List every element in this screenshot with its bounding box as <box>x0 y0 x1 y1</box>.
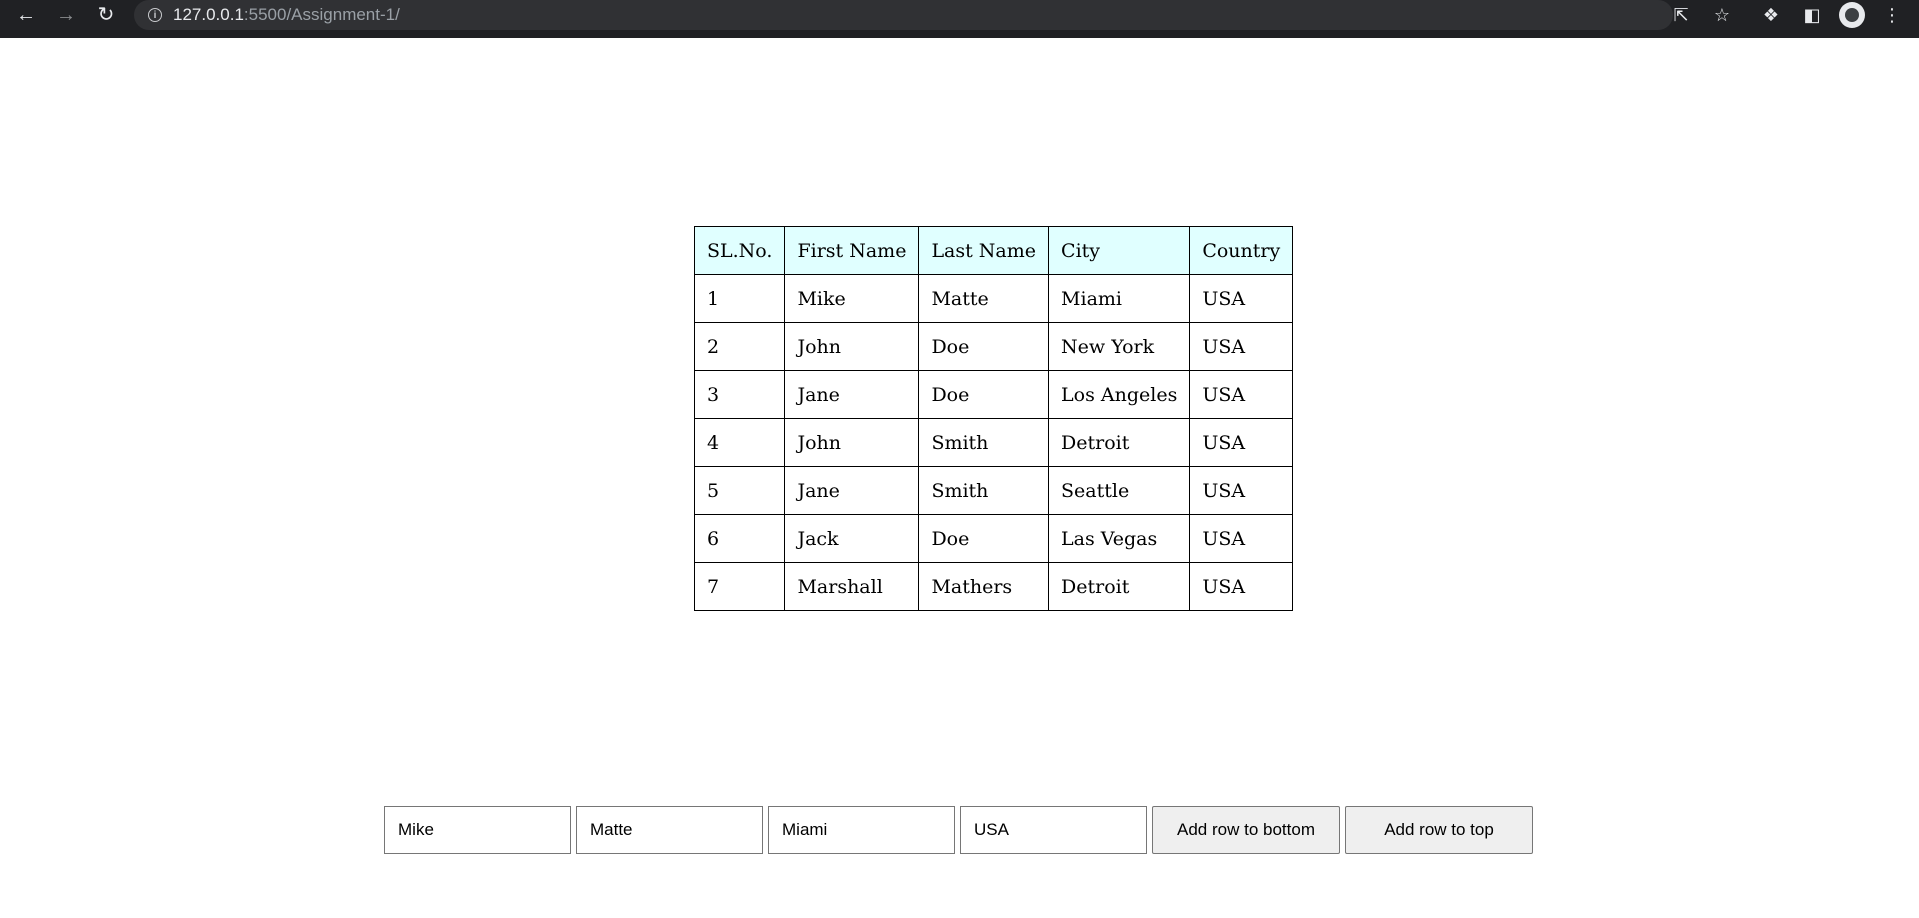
cell-city: Detroit <box>1048 418 1191 467</box>
share-icon[interactable]: ⇱ <box>1666 0 1696 30</box>
cell-first-name: Mike <box>784 274 920 323</box>
add-row-to-bottom-button[interactable]: Add row to bottom <box>1152 806 1340 854</box>
cell-last-name: Doe <box>918 322 1050 371</box>
profile-face-icon <box>1845 8 1859 22</box>
cell-city: Las Vegas <box>1048 514 1191 563</box>
address-bar[interactable]: i 127.0.0.1:5500/Assignment-1/ <box>134 0 1673 30</box>
cell-country: USA <box>1189 370 1294 419</box>
cell-city: Los Angeles <box>1048 370 1191 419</box>
menu-kebab-icon[interactable]: ⋮ <box>1877 0 1907 30</box>
cell-first-name: Marshall <box>784 562 920 611</box>
header-country: Country <box>1189 226 1294 275</box>
cell-first-name: John <box>784 322 920 371</box>
bookmark-star-icon[interactable]: ☆ <box>1707 0 1737 30</box>
url-path: :5500/Assignment-1/ <box>243 5 400 24</box>
cell-sl-no: 3 <box>693 370 786 419</box>
table-row: 5 Jane Smith Seattle USA <box>693 466 1294 515</box>
extensions-puzzle-icon[interactable]: ❖ <box>1756 0 1786 30</box>
cell-sl-no: 1 <box>693 274 786 323</box>
header-last-name: Last Name <box>918 226 1050 275</box>
cell-country: USA <box>1189 322 1294 371</box>
cell-last-name: Doe <box>918 370 1050 419</box>
add-row-to-top-button[interactable]: Add row to top <box>1345 806 1533 854</box>
cell-sl-no: 2 <box>693 322 786 371</box>
cell-first-name: Jane <box>784 370 920 419</box>
cell-first-name: Jack <box>784 514 920 563</box>
first-name-input[interactable] <box>384 806 571 854</box>
cell-last-name: Matte <box>918 274 1050 323</box>
table-row: 3 Jane Doe Los Angeles USA <box>693 370 1294 419</box>
cell-last-name: Smith <box>918 466 1050 515</box>
browser-toolbar: ← → ↻ i 127.0.0.1:5500/Assignment-1/ ⇱ ☆… <box>0 0 1919 38</box>
url-host: 127.0.0.1 <box>173 5 244 24</box>
cell-first-name: Jane <box>784 466 920 515</box>
cell-country: USA <box>1189 418 1294 467</box>
site-info-icon[interactable]: i <box>148 8 162 22</box>
table-row: 1 Mike Matte Miami USA <box>693 274 1294 323</box>
cell-city: New York <box>1048 322 1191 371</box>
cell-city: Seattle <box>1048 466 1191 515</box>
last-name-input[interactable] <box>576 806 763 854</box>
cell-first-name: John <box>784 418 920 467</box>
cell-sl-no: 7 <box>693 562 786 611</box>
cell-country: USA <box>1189 562 1294 611</box>
cell-sl-no: 4 <box>693 418 786 467</box>
forward-arrow-icon[interactable]: → <box>51 0 81 30</box>
header-city: City <box>1048 226 1191 275</box>
cell-country: USA <box>1189 274 1294 323</box>
table-header-row: SL.No. First Name Last Name City Country <box>693 226 1294 275</box>
table-row: 7 Marshall Mathers Detroit USA <box>693 562 1294 611</box>
table-row: 2 John Doe New York USA <box>693 322 1294 371</box>
back-arrow-icon[interactable]: ← <box>11 0 41 30</box>
city-input[interactable] <box>768 806 955 854</box>
header-first-name: First Name <box>784 226 920 275</box>
add-row-form: Add row to bottom Add row to top <box>384 806 1533 854</box>
cell-last-name: Mathers <box>918 562 1050 611</box>
country-input[interactable] <box>960 806 1147 854</box>
cell-sl-no: 5 <box>693 466 786 515</box>
people-table: SL.No. First Name Last Name City Country… <box>693 226 1294 611</box>
cell-last-name: Doe <box>918 514 1050 563</box>
reload-icon[interactable]: ↻ <box>91 0 121 30</box>
cell-country: USA <box>1189 466 1294 515</box>
cell-country: USA <box>1189 514 1294 563</box>
table-row: 4 John Smith Detroit USA <box>693 418 1294 467</box>
cell-last-name: Smith <box>918 418 1050 467</box>
cell-city: Detroit <box>1048 562 1191 611</box>
cell-city: Miami <box>1048 274 1191 323</box>
side-panel-icon[interactable]: ◧ <box>1797 0 1827 30</box>
cell-sl-no: 6 <box>693 514 786 563</box>
header-sl-no: SL.No. <box>693 226 786 275</box>
profile-avatar[interactable] <box>1839 2 1865 28</box>
table-row: 6 Jack Doe Las Vegas USA <box>693 514 1294 563</box>
